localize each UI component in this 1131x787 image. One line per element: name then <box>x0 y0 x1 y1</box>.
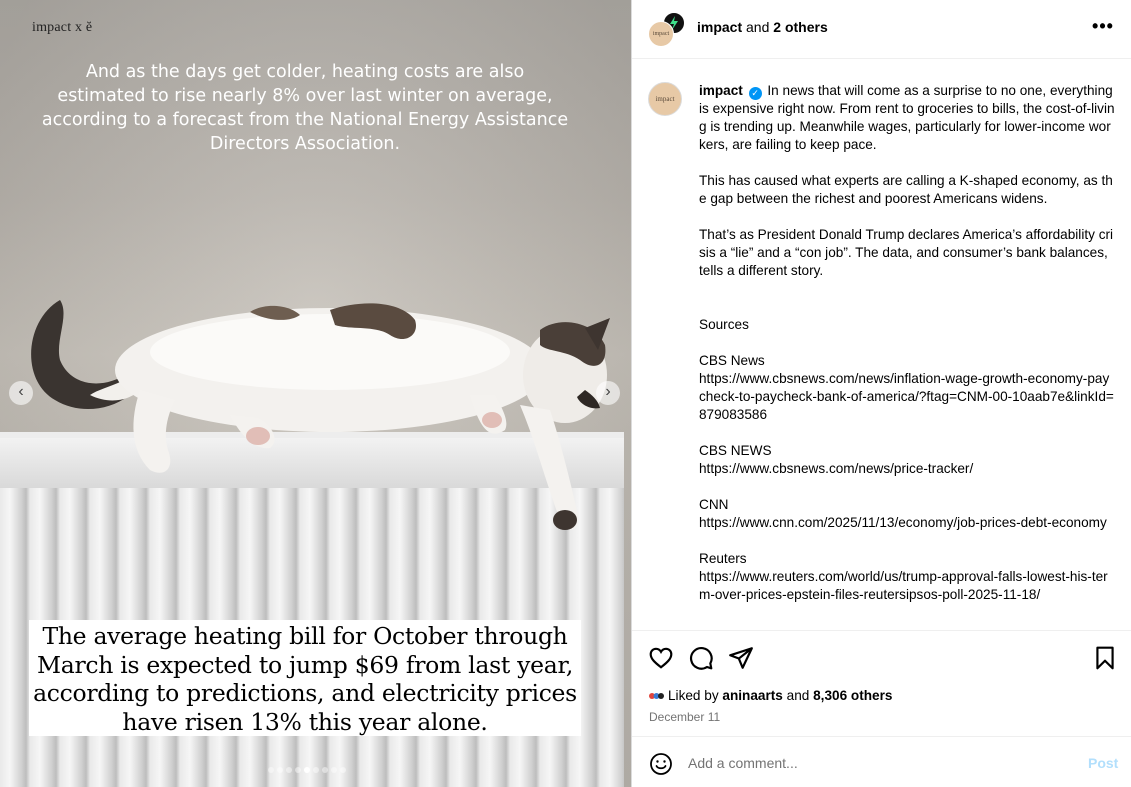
liked-by-others[interactable]: 8,306 others <box>813 688 892 703</box>
chevron-left-icon: ‹ <box>18 383 24 400</box>
post-comment-button[interactable]: Post <box>1088 755 1118 771</box>
slide-dot <box>286 767 292 773</box>
source-url[interactable]: https://www.cbsnews.com/news/price-track… <box>699 461 973 476</box>
save-button[interactable] <box>1092 645 1118 671</box>
slide-dot <box>295 767 301 773</box>
caption-username[interactable]: impact <box>699 83 743 98</box>
heart-icon <box>649 647 673 669</box>
caption-paragraph: That’s as President Donald Trump declare… <box>699 227 1114 278</box>
header-username[interactable]: impact <box>697 19 742 35</box>
post-details-panel: impact impact and 2 others ••• impact im… <box>631 0 1131 787</box>
slide-bottom-caption: The average heating bill for October thr… <box>29 620 581 736</box>
caption-text: impact ✓ In news that will come as a sur… <box>699 82 1115 622</box>
more-options-button[interactable]: ••• <box>1088 14 1118 44</box>
next-slide-button[interactable]: › <box>596 381 620 405</box>
slide-dot <box>277 767 283 773</box>
slide-dot <box>322 767 328 773</box>
slide-indicator <box>268 767 346 775</box>
share-button[interactable] <box>728 645 754 671</box>
prev-slide-button[interactable]: ‹ <box>9 381 33 405</box>
source-url[interactable]: https://www.reuters.com/world/us/trump-a… <box>699 569 1108 602</box>
caption-paragraph: This has caused what experts are calling… <box>699 173 1113 206</box>
liker-avatars[interactable] <box>649 688 664 699</box>
slide-dot <box>268 767 274 773</box>
emoji-button[interactable] <box>649 752 673 776</box>
slide-dot <box>313 767 319 773</box>
chevron-right-icon: › <box>605 383 611 400</box>
bookmark-icon <box>1096 646 1114 670</box>
likes-summary: Liked by aninaarts and 8,306 others <box>649 688 892 703</box>
like-button[interactable] <box>648 645 674 671</box>
send-icon <box>729 647 753 669</box>
header-others[interactable]: 2 others <box>773 19 827 35</box>
avatar: impact <box>648 21 674 47</box>
source-item: Reuters https://www.reuters.com/world/us/… <box>699 550 1115 604</box>
comment-bar: Post <box>632 736 1131 787</box>
source-url[interactable]: https://www.cnn.com/2025/11/13/economy/j… <box>699 515 1107 530</box>
verified-badge-icon: ✓ <box>748 87 762 100</box>
source-url[interactable]: https://www.cbsnews.com/news/inflation-w… <box>699 371 1114 422</box>
post-media: impact x ĕ And as the days get colder, h… <box>0 0 631 787</box>
caption-scroll-area[interactable]: impact impact ✓ In news that will come a… <box>632 60 1131 630</box>
source-name: CBS News <box>699 353 765 368</box>
source-name: CBS NEWS <box>699 443 772 458</box>
source-item: CBS NEWS https://www.cbsnews.com/news/pri… <box>699 442 1115 478</box>
source-item: CBS News https://www.cbsnews.com/news/inf… <box>699 352 1115 424</box>
sources-heading: Sources <box>699 317 749 332</box>
post-header: impact impact and 2 others ••• <box>632 0 1131 59</box>
post-actions: Liked by aninaarts and 8,306 others Dece… <box>632 630 1131 736</box>
liked-by-user[interactable]: aninaarts <box>722 688 782 703</box>
more-horizontal-icon: ••• <box>1092 16 1114 36</box>
slide-dot <box>340 767 346 773</box>
comment-button[interactable] <box>688 645 714 671</box>
source-item: CNN https://www.cnn.com/2025/11/13/econom… <box>699 496 1115 532</box>
post-owners[interactable]: impact and 2 others <box>697 19 828 35</box>
source-name: CNN <box>699 497 729 512</box>
caption-first-paragraph: In news that will come as a surprise to … <box>699 83 1117 152</box>
avatar[interactable]: impact <box>648 82 682 116</box>
slide-dot <box>331 767 337 773</box>
slide-top-caption: And as the days get colder, heating cost… <box>41 62 569 154</box>
comment-icon <box>690 647 713 670</box>
slide-dot <box>304 767 310 773</box>
brand-logo: impact x ĕ <box>32 20 93 35</box>
comment-input[interactable] <box>688 751 1068 775</box>
post-date[interactable]: December 11 <box>649 710 720 724</box>
source-name: Reuters <box>699 551 747 566</box>
collab-avatars[interactable]: impact <box>648 12 685 48</box>
emoji-icon <box>650 753 672 775</box>
